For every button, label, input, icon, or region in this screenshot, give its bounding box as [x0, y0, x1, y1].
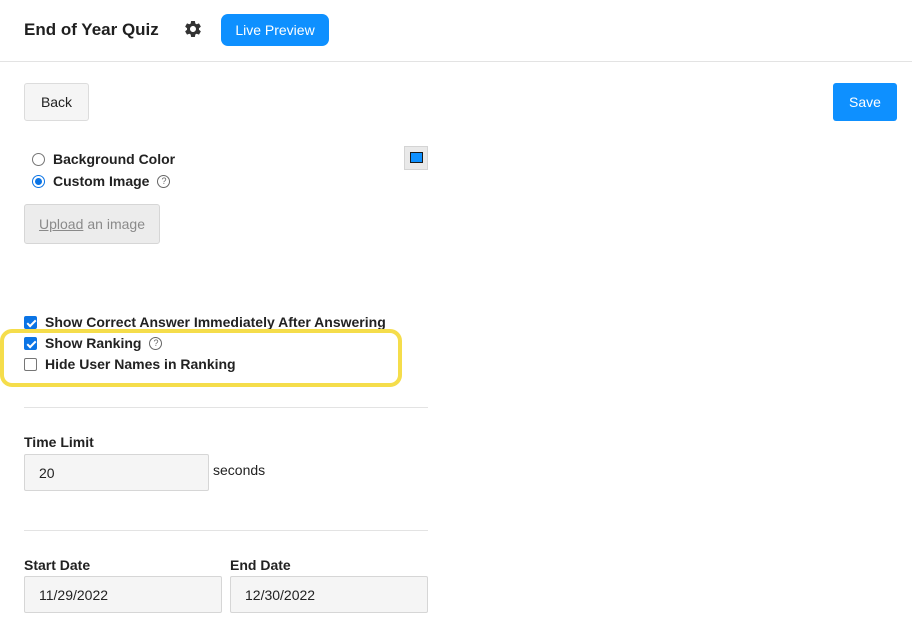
show-correct-answer-option[interactable]: Show Correct Answer Immediately After An… [24, 313, 386, 331]
background-color-option[interactable]: Background Color [32, 150, 175, 168]
end-date-label: End Date [230, 557, 291, 573]
save-button[interactable]: Save [833, 83, 897, 121]
hide-user-names-checkbox[interactable] [24, 357, 37, 371]
start-date-input[interactable]: 11/29/2022 [24, 576, 222, 613]
background-color-radio[interactable] [32, 152, 45, 166]
custom-image-label: Custom Image [53, 173, 150, 189]
show-correct-answer-label: Show Correct Answer Immediately After An… [45, 314, 386, 330]
custom-image-option[interactable]: Custom Image ? [32, 172, 171, 190]
live-preview-button[interactable]: Live Preview [221, 14, 329, 46]
divider [24, 407, 428, 408]
color-swatch [410, 152, 423, 163]
hide-user-names-label: Hide User Names in Ranking [45, 356, 236, 372]
color-picker[interactable] [404, 146, 428, 170]
custom-image-radio[interactable] [32, 174, 45, 188]
show-ranking-option[interactable]: Show Ranking ? [24, 334, 163, 352]
hide-user-names-option[interactable]: Hide User Names in Ranking [24, 355, 236, 373]
end-date-input[interactable]: 12/30/2022 [230, 576, 428, 613]
upload-image-button[interactable]: Upload an image [24, 204, 160, 244]
upload-link[interactable]: Upload [39, 216, 83, 232]
divider [24, 530, 428, 531]
start-date-label: Start Date [24, 557, 91, 573]
time-limit-unit: seconds [213, 462, 266, 478]
top-bar: End of Year Quiz Live Preview [0, 0, 912, 62]
show-ranking-label: Show Ranking [45, 335, 142, 351]
question-circle-icon[interactable]: ? [157, 174, 171, 188]
page-title: End of Year Quiz [24, 20, 159, 39]
show-ranking-checkbox[interactable] [24, 336, 37, 350]
time-limit-input[interactable]: 20 [24, 454, 209, 491]
question-circle-icon[interactable]: ? [149, 336, 163, 350]
background-color-label: Background Color [53, 151, 176, 167]
gear-icon[interactable] [183, 19, 203, 39]
back-button[interactable]: Back [24, 83, 89, 121]
time-limit-label: Time Limit [24, 434, 94, 450]
show-correct-answer-checkbox[interactable] [24, 315, 37, 329]
upload-label-rest: an image [87, 216, 145, 232]
